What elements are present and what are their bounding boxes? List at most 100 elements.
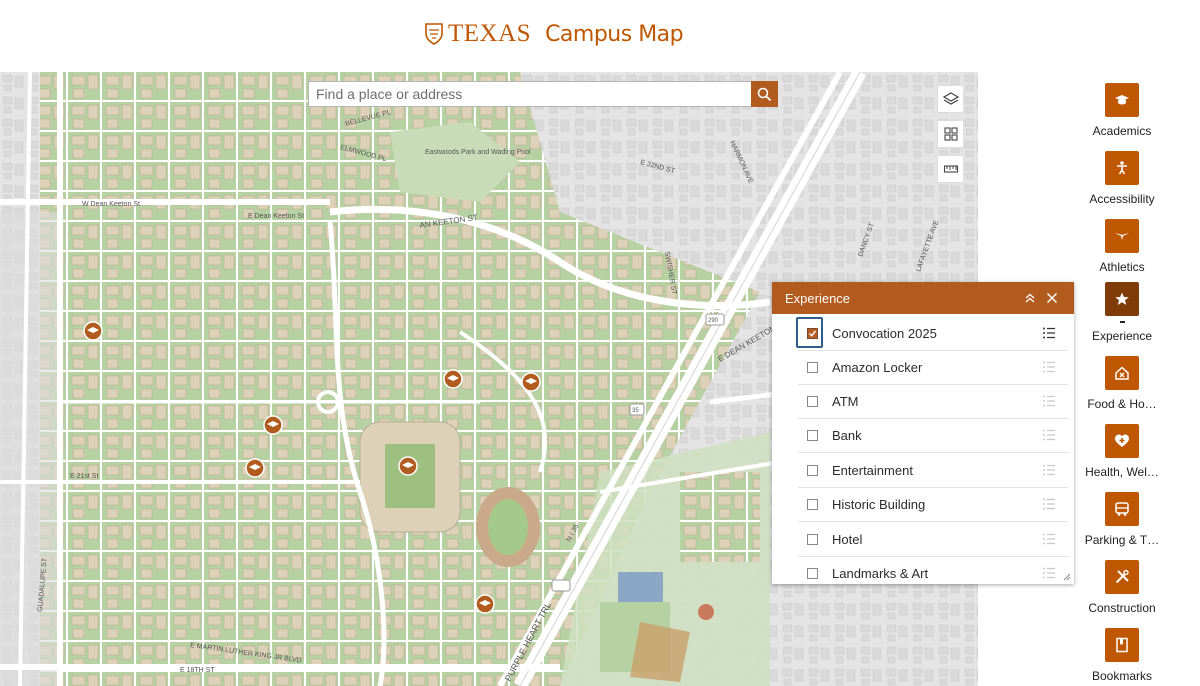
layer-checkbox[interactable] [807,395,818,407]
legend-list-icon[interactable] [1042,326,1056,340]
layer-item-amazon-locker[interactable]: Amazon Locker [798,350,1068,385]
close-panel-button[interactable] [1044,290,1060,306]
park-label: Eastwoods Park and Wading Pool [425,149,531,156]
layer-checkbox[interactable] [807,533,818,545]
layer-label: Historic Building [832,496,926,512]
legend-list-icon[interactable] [1042,497,1056,511]
athletics-button[interactable] [1105,219,1139,253]
category-accessibility[interactable]: Accessibility [1060,151,1184,206]
accessibility-button[interactable] [1105,151,1139,185]
parking-transportation-button[interactable] [1105,492,1139,526]
layer-label: Convocation 2025 [832,325,937,341]
basemap-grid-icon [943,127,958,141]
route-shield-label: 35 [632,408,639,414]
header: TEXAS Campus Map [0,0,1200,72]
heart-plus-icon [1115,434,1129,447]
layers-button[interactable] [937,85,964,113]
layer-label: ATM [832,393,859,409]
search-bar [308,81,778,107]
academics-button[interactable] [1105,83,1139,117]
legend-list-icon[interactable] [1042,532,1056,546]
street-label: W Dean Keeton St [82,201,140,208]
bus-icon [1115,502,1129,516]
category-academics[interactable]: Academics [1060,83,1184,138]
basemap-gallery-button[interactable] [937,120,964,148]
resize-handle-icon[interactable] [1063,573,1071,581]
page-title: Campus Map [545,21,684,47]
legend-list-icon[interactable] [1042,394,1056,408]
search-icon [757,87,772,101]
texas-campus-map-logo[interactable]: TEXAS Campus Map [424,18,684,50]
category-label: Food & Ho… [1087,397,1157,411]
layer-checkbox[interactable] [807,567,818,579]
search-button[interactable] [751,81,778,107]
layer-label: Amazon Locker [832,359,923,375]
layer-item-bank[interactable]: Bank [798,418,1068,453]
experience-button[interactable] [1105,282,1139,316]
house-food-icon [1115,366,1129,380]
category-health-wellness[interactable]: Health, Wel… [1060,424,1184,479]
bookmarks-button[interactable] [1105,628,1139,662]
legend-list-icon[interactable] [1042,428,1056,442]
checkmark-icon [809,330,817,337]
search-input[interactable] [308,81,751,107]
panel-header: Experience [772,282,1074,314]
legend-list-icon[interactable] [1042,463,1056,477]
layer-checkbox[interactable] [807,361,818,373]
layer-item-entertainment[interactable]: Entertainment [798,453,1068,488]
layers-icon [942,92,959,105]
category-label: Experience [1091,329,1153,343]
category-label: Athletics [1099,260,1145,274]
layer-label: Bank [832,427,862,443]
category-label: Academics [1092,124,1152,138]
layer-label: Hotel [832,531,863,547]
star-icon [1115,292,1129,305]
panel-title: Experience [785,290,851,306]
category-construction[interactable]: Construction [1060,560,1184,615]
layer-item-landmarks-art[interactable]: Landmarks & Art [798,556,1068,584]
category-experience[interactable]: Experience [1060,282,1184,343]
layer-label: Landmarks & Art [832,565,929,581]
layer-label: Entertainment [832,462,913,478]
street-label: E 21st St [70,473,98,480]
layer-list: Convocation 2025 Amazon Locker ATM Bank … [772,314,1074,584]
layer-item-historic-building[interactable]: Historic Building [798,487,1068,522]
food-housing-button[interactable] [1105,356,1139,390]
close-icon [1047,293,1057,303]
category-label: Accessibility [1089,192,1155,206]
street-label: E Dean Keeton St [248,213,304,220]
bookmark-icon [1116,637,1128,653]
legend-list-icon[interactable] [1042,360,1056,374]
layer-item-atm[interactable]: ATM [798,384,1068,419]
legend-list-icon[interactable] [1042,566,1056,580]
layer-item-convocation-2025[interactable]: Convocation 2025 [796,316,1068,351]
category-label: Bookmarks [1091,669,1153,683]
longhorn-icon [1115,233,1129,240]
category-label: Health, Wel… [1085,465,1159,479]
chevrons-up-icon [1025,293,1035,303]
layer-checkbox[interactable] [807,498,818,510]
tools-icon [1115,569,1129,584]
layer-item-hotel[interactable]: Hotel [798,522,1068,557]
category-bookmarks[interactable]: Bookmarks [1060,628,1184,683]
measure-icon [943,165,958,173]
category-sidebar: Academics Accessibility Athletics Experi… [1060,72,1200,686]
category-label: Construction [1088,601,1156,615]
layer-checkbox[interactable] [807,464,818,476]
category-label: Parking & T… [1084,533,1160,547]
active-indicator [1119,321,1125,323]
category-parking-transportation[interactable]: Parking & T… [1060,492,1184,547]
layer-checkbox[interactable] [807,429,818,441]
category-athletics[interactable]: Athletics [1060,219,1184,274]
street-label: E 18TH ST [180,667,215,674]
category-food-housing[interactable]: Food & Ho… [1060,356,1184,411]
ut-seal-icon [425,23,443,45]
brand-texas: TEXAS [448,20,532,47]
person-icon [1117,161,1127,175]
construction-button[interactable] [1105,560,1139,594]
experience-layer-panel: Experience Convocation 2025 Amazon Locke… [772,282,1074,584]
measure-button[interactable] [937,155,964,183]
health-wellness-button[interactable] [1105,424,1139,458]
layer-checkbox[interactable] [807,327,818,339]
collapse-panel-button[interactable] [1022,290,1038,306]
